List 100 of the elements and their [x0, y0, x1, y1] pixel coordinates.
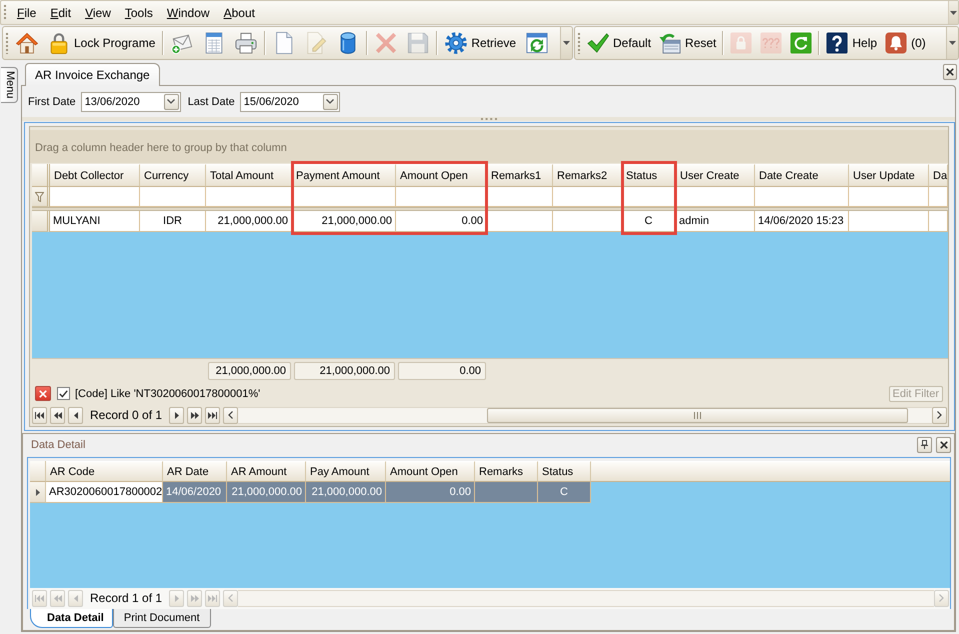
next-record-button[interactable]	[169, 406, 184, 424]
menu-item[interactable]: About	[224, 4, 255, 22]
previous-record-button[interactable]	[68, 406, 83, 424]
filter-field[interactable]	[487, 187, 553, 207]
field-label: First Date	[28, 96, 76, 108]
column-header[interactable]: AR Amount	[227, 461, 306, 482]
clear-filter-button[interactable]	[35, 386, 51, 401]
filter-field[interactable]	[849, 187, 929, 207]
column-header[interactable]: Status	[538, 461, 591, 482]
column-header[interactable]: Payment Amount	[292, 164, 396, 187]
record-counter: Record 0 of 1	[89, 408, 164, 422]
menu-item[interactable]: Edit	[50, 4, 72, 22]
notifications-button[interactable]: (0)	[881, 28, 930, 58]
refresh-tile-icon	[790, 32, 812, 54]
panel-title: Data Detail	[31, 438, 86, 450]
menu-item[interactable]: Tools	[124, 4, 153, 22]
first-record-button[interactable]	[32, 406, 47, 424]
dropdown-button[interactable]	[164, 94, 179, 110]
double-left-icon	[54, 594, 62, 602]
table-row[interactable]: AR3020060017800002 14/06/2020 21,000,000.00 21,000,000.00 0.00 C	[30, 482, 591, 503]
menu-item[interactable]: Window	[166, 4, 210, 22]
window-refresh-icon	[526, 32, 548, 54]
close-button[interactable]	[943, 64, 957, 80]
column-header[interactable]: Date Create	[755, 164, 849, 187]
column-header[interactable]: User Create	[676, 164, 755, 187]
menu-item[interactable]: View	[85, 4, 111, 22]
double-left-icon	[54, 412, 62, 418]
column-header[interactable]: Status	[622, 164, 676, 187]
row-pointer-icon	[36, 488, 40, 496]
filter-field[interactable]	[755, 187, 849, 207]
filter-field[interactable]	[292, 187, 396, 207]
funnel-icon	[35, 192, 44, 202]
spreadsheet-icon	[203, 32, 226, 54]
filter-field[interactable]	[140, 187, 206, 207]
grip-handle[interactable]	[5, 32, 9, 54]
date-field[interactable]: 15/06/2020	[240, 92, 340, 112]
date-field[interactable]: 13/06/2020	[80, 92, 181, 112]
filter-field[interactable]	[553, 187, 622, 207]
toolbar-dropdown-button[interactable]	[946, 27, 958, 59]
help-button[interactable]: Help	[822, 28, 882, 58]
splitter-handle[interactable]	[22, 117, 955, 121]
grip-handle[interactable]	[3, 4, 7, 21]
table-cell: 21,000,000.00	[292, 211, 396, 232]
pin-button[interactable]	[917, 436, 932, 452]
close-icon	[946, 68, 954, 76]
document-icon	[273, 32, 296, 54]
printer-icon	[235, 32, 258, 54]
column-header[interactable]: Remarks1	[487, 164, 553, 187]
column-header[interactable]: Amount Open	[396, 164, 487, 187]
question-marks-tile-icon	[760, 32, 782, 54]
column-header[interactable]: Debt Collector	[50, 164, 140, 187]
corner-header	[30, 461, 46, 482]
document-tab[interactable]: AR Invoice Exchange	[25, 63, 160, 86]
tab[interactable]: Data Detail	[30, 609, 113, 628]
reset-button[interactable]: Reset	[655, 28, 720, 58]
last-record-button[interactable]	[205, 406, 220, 424]
filter-field[interactable]	[50, 187, 140, 207]
table-cell: 0.00	[386, 482, 475, 503]
menu-dropdown-button[interactable]	[948, 1, 958, 24]
scroll-left-button[interactable]	[223, 406, 238, 424]
filter-field[interactable]	[676, 187, 755, 207]
grip-handle[interactable]	[577, 32, 581, 54]
column-header[interactable]: Amount Open	[386, 461, 475, 482]
column-header[interactable]: Total Amount	[206, 164, 292, 187]
close-button[interactable]	[936, 436, 951, 452]
tick-icon	[59, 390, 68, 398]
lock-button[interactable]: Lock Programe	[43, 28, 160, 58]
cross-icon	[375, 32, 398, 54]
window-arrow-icon	[659, 32, 682, 54]
column-header[interactable]: User Update	[849, 164, 929, 187]
padlock-icon	[48, 32, 70, 54]
column-header[interactable]: Currency	[140, 164, 206, 187]
filter-checkbox[interactable]	[57, 387, 70, 400]
retrieve-button[interactable]: Retrieve	[440, 28, 522, 58]
next-page-button[interactable]	[187, 406, 202, 424]
column-header[interactable]: Pay Amount	[306, 461, 386, 482]
tab[interactable]: Print Document	[112, 609, 211, 628]
filter-field[interactable]	[622, 187, 676, 207]
column-header[interactable]: AR Code	[46, 461, 163, 482]
right-triangle-icon	[174, 594, 179, 602]
menu-item[interactable]: File	[17, 4, 36, 22]
filter-field[interactable]	[396, 187, 487, 207]
toolbar-dropdown-button[interactable]	[560, 27, 572, 59]
column-header[interactable]: Da	[929, 164, 948, 187]
column-header[interactable]: Remarks2	[553, 164, 622, 187]
table-row[interactable]: MULYANI IDR 21,000,000.00 21,000,000.00 0.00 C admin 14/06/2020 15:23	[32, 211, 948, 232]
skip-start-icon	[35, 412, 44, 418]
help-icon	[826, 32, 848, 54]
scroll-right-button[interactable]	[932, 406, 947, 424]
default-button[interactable]: Default	[583, 28, 656, 58]
previous-page-button[interactable]	[50, 406, 65, 424]
dropdown-button[interactable]	[322, 94, 338, 110]
down-triangle-icon	[950, 10, 957, 14]
column-header[interactable]: Remarks	[475, 461, 538, 482]
bell-icon	[885, 32, 908, 54]
filter-field[interactable]	[929, 187, 948, 207]
filter-field[interactable]	[206, 187, 292, 207]
column-header[interactable]: AR Date	[163, 461, 227, 482]
menu-tab[interactable]: Menu	[1, 67, 18, 103]
scrollbar-thumb[interactable]	[487, 408, 908, 422]
